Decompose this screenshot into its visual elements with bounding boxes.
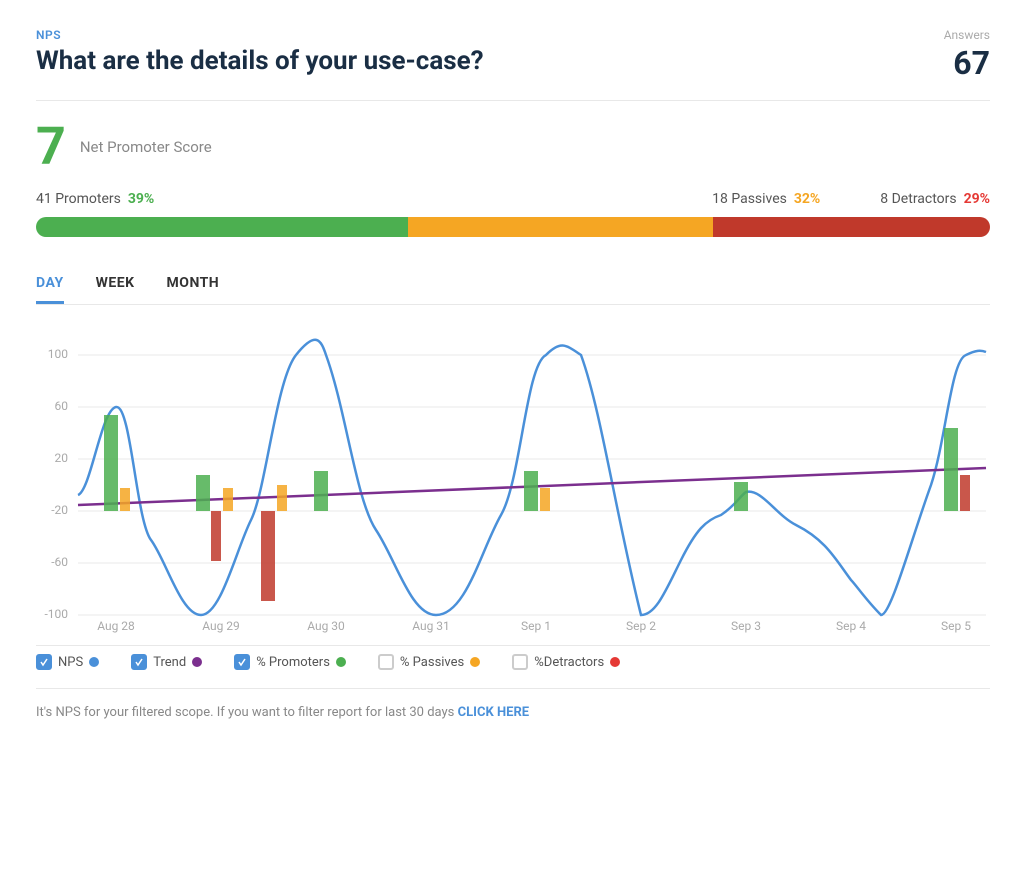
- detractors-pct: 29%: [964, 191, 990, 207]
- legend-nps[interactable]: NPS: [36, 654, 99, 670]
- svg-text:Sep 2: Sep 2: [626, 619, 656, 633]
- legend-detractors[interactable]: %Detractors: [512, 654, 620, 670]
- svg-text:60: 60: [55, 399, 69, 413]
- chart-area: 100 60 20 -20 -60 -100 Aug 28 Aug 29 Aug…: [36, 315, 990, 635]
- nps-progress-bar: [36, 217, 990, 237]
- header-divider: [36, 100, 990, 101]
- trend-dot: [192, 657, 202, 667]
- chart-svg: 100 60 20 -20 -60 -100 Aug 28 Aug 29 Aug…: [36, 315, 990, 635]
- score-label: Net Promoter Score: [80, 138, 212, 156]
- nps-label: NPS: [36, 28, 484, 42]
- promoters-dot: [336, 657, 346, 667]
- score-section: 7 Net Promoter Score: [36, 121, 990, 173]
- bar-passives-aug29b: [277, 485, 287, 511]
- promoters-pct: 39%: [128, 191, 154, 207]
- detractors-dot: [610, 657, 620, 667]
- detractors-stat: 8 Detractors 29%: [880, 191, 990, 207]
- click-here-link[interactable]: CLICK HERE: [458, 705, 529, 720]
- bar-detractors-aug29: [211, 511, 221, 561]
- promoters-checkbox[interactable]: [234, 654, 250, 670]
- passives-bar: [408, 217, 713, 237]
- page-title: What are the details of your use-case?: [36, 46, 484, 77]
- stats-row: 41 Promoters 39% 18 Passives 32% 8 Detra…: [36, 191, 990, 207]
- legend-nps-label: NPS: [58, 655, 83, 670]
- legend-trend-label: Trend: [153, 655, 186, 670]
- nps-checkbox[interactable]: [36, 654, 52, 670]
- bar-promoters-aug28: [104, 415, 118, 511]
- svg-text:20: 20: [55, 451, 69, 465]
- svg-text:-60: -60: [51, 555, 68, 569]
- bar-passives-aug29: [223, 488, 233, 511]
- bar-detractors-sep5: [960, 475, 970, 511]
- svg-text:-100: -100: [44, 607, 68, 621]
- nps-dot: [89, 657, 99, 667]
- legend-promoters-label: % Promoters: [256, 655, 330, 670]
- footer-text: It's NPS for your filtered scope. If you…: [36, 705, 458, 720]
- tab-week[interactable]: WEEK: [96, 265, 135, 304]
- bar-promoters-sep1: [524, 471, 538, 511]
- bar-passives-aug28: [120, 488, 130, 511]
- svg-text:Aug 31: Aug 31: [412, 619, 450, 633]
- trend-checkbox[interactable]: [131, 654, 147, 670]
- header-right: Answers 67: [944, 28, 990, 82]
- legend-detractors-label: %Detractors: [534, 655, 604, 670]
- legend-trend[interactable]: Trend: [131, 654, 202, 670]
- passives-checkbox[interactable]: [378, 654, 394, 670]
- answers-label: Answers: [944, 28, 990, 42]
- svg-text:100: 100: [48, 347, 68, 361]
- footer: It's NPS for your filtered scope. If you…: [36, 688, 990, 720]
- svg-text:Aug 29: Aug 29: [202, 619, 240, 633]
- answers-count: 67: [944, 44, 990, 82]
- passives-dot: [470, 657, 480, 667]
- bar-promoters-sep3: [734, 482, 748, 511]
- svg-text:Sep 3: Sep 3: [731, 619, 761, 633]
- page-header: NPS What are the details of your use-cas…: [36, 28, 990, 82]
- tab-month[interactable]: MONTH: [167, 265, 220, 304]
- tab-day[interactable]: DAY: [36, 265, 64, 304]
- bar-promoters-aug30: [314, 471, 328, 511]
- passives-pct: 32%: [794, 191, 820, 207]
- header-left: NPS What are the details of your use-cas…: [36, 28, 484, 77]
- svg-text:Aug 28: Aug 28: [97, 619, 135, 633]
- promoters-bar: [36, 217, 408, 237]
- legend-passives[interactable]: % Passives: [378, 654, 480, 670]
- detractors-bar: [713, 217, 990, 237]
- promoters-stat: 41 Promoters 39%: [36, 191, 154, 207]
- detractors-checkbox[interactable]: [512, 654, 528, 670]
- svg-text:Sep 1: Sep 1: [521, 619, 551, 633]
- legend-passives-label: % Passives: [400, 655, 464, 670]
- passives-stat: 18 Passives 32%: [712, 191, 820, 207]
- bar-promoters-aug29a: [196, 475, 210, 511]
- svg-text:Aug 30: Aug 30: [307, 619, 345, 633]
- time-tabs: DAY WEEK MONTH: [36, 265, 990, 305]
- svg-text:-20: -20: [51, 503, 68, 517]
- legend-promoters[interactable]: % Promoters: [234, 654, 346, 670]
- bar-promoters-sep5: [944, 428, 958, 511]
- chart-legend: NPS Trend % Promoters % Passives %Detrac…: [36, 645, 990, 670]
- bar-detractors-aug29b: [261, 511, 275, 601]
- svg-text:Sep 4: Sep 4: [836, 619, 866, 633]
- svg-text:Sep 5: Sep 5: [941, 619, 971, 633]
- nps-score: 7: [36, 121, 66, 173]
- bar-passives-sep1: [540, 488, 550, 511]
